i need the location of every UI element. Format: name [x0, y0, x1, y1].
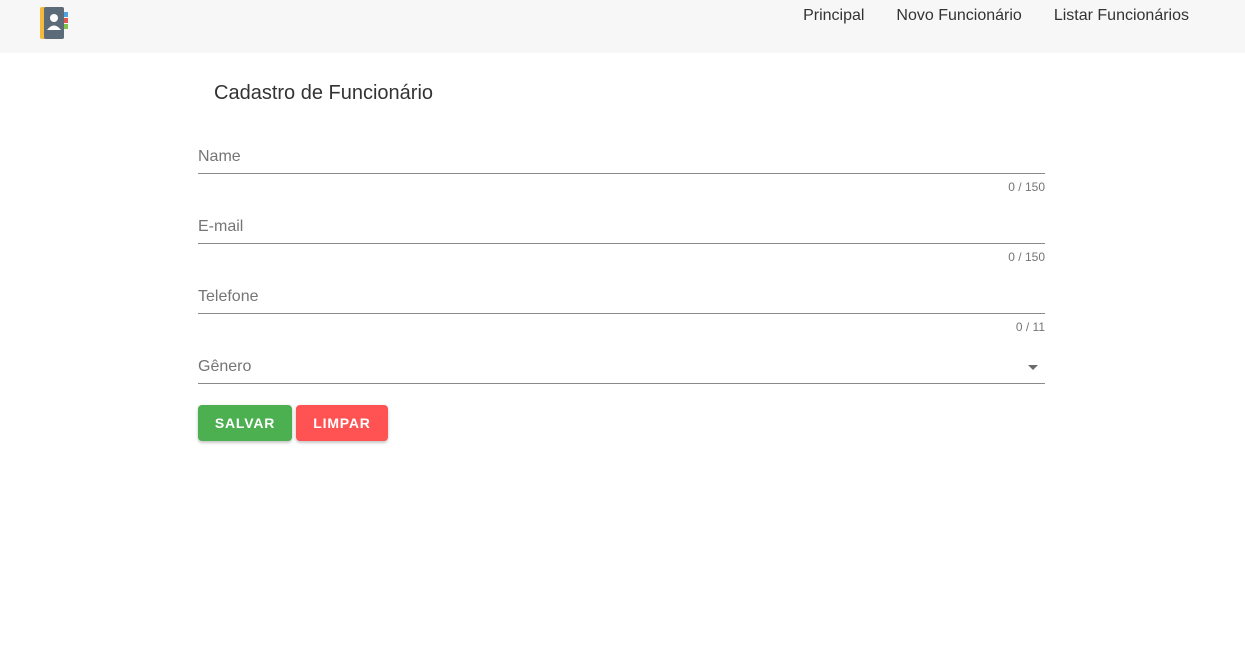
address-book-icon[interactable] [38, 6, 70, 40]
phone-counter: 0 / 11 [1015, 320, 1045, 334]
name-counter: 0 / 150 [1008, 180, 1045, 194]
email-input[interactable] [198, 210, 1045, 244]
clear-button[interactable]: LIMPAR [296, 405, 388, 441]
nav-link-novo-funcionario[interactable]: Novo Funcionário [896, 6, 1021, 26]
phone-input[interactable] [198, 280, 1045, 314]
gender-select[interactable]: Gênero [198, 350, 1045, 384]
gender-field: Gênero [198, 350, 1045, 384]
nav-link-principal[interactable]: Principal [803, 6, 864, 26]
name-field: 0 / 150 [198, 140, 1045, 194]
nav-link-listar-funcionarios[interactable]: Listar Funcionários [1054, 6, 1189, 26]
page-title: Cadastro de Funcionário [214, 82, 434, 104]
main-nav: Principal Novo Funcionário Listar Funcio… [803, 6, 1189, 26]
phone-field: 0 / 11 [198, 280, 1045, 334]
name-input[interactable] [198, 140, 1045, 174]
gender-select-placeholder: Gênero [198, 358, 252, 375]
email-counter: 0 / 150 [1008, 250, 1045, 264]
email-field: 0 / 150 [198, 210, 1045, 264]
save-button[interactable]: SALVAR [198, 405, 292, 441]
dropdown-arrow-icon [1028, 365, 1038, 370]
top-app-bar: Principal Novo Funcionário Listar Funcio… [0, 0, 1245, 53]
